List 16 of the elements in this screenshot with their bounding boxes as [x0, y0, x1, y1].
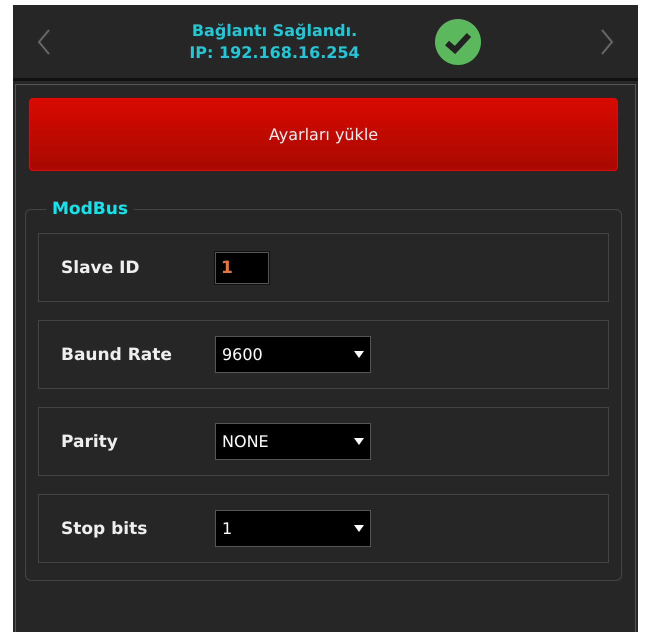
caret-icon [354, 525, 364, 532]
caret-icon [354, 438, 364, 445]
field-label: Slave ID [61, 258, 141, 278]
dropdown[interactable]: 1 [215, 510, 371, 547]
dropdown[interactable]: NONE [215, 423, 371, 460]
caret-icon [354, 351, 364, 358]
back-chevron-icon[interactable] [37, 28, 51, 56]
connection-status: Bağlantı Sağlandı. [192, 20, 358, 42]
field-label: Stop bits [61, 518, 148, 538]
ip-address: IP: 192.168.16.254 [189, 42, 360, 64]
field-label: Parity [61, 432, 119, 452]
input-field[interactable]: 1 [215, 252, 269, 284]
forward-chevron-icon[interactable] [600, 28, 614, 56]
dropdown[interactable]: 9600 [215, 336, 371, 373]
field-label: Baund Rate [61, 344, 173, 364]
load-settings-button[interactable]: Ayarları yükle [29, 98, 618, 171]
